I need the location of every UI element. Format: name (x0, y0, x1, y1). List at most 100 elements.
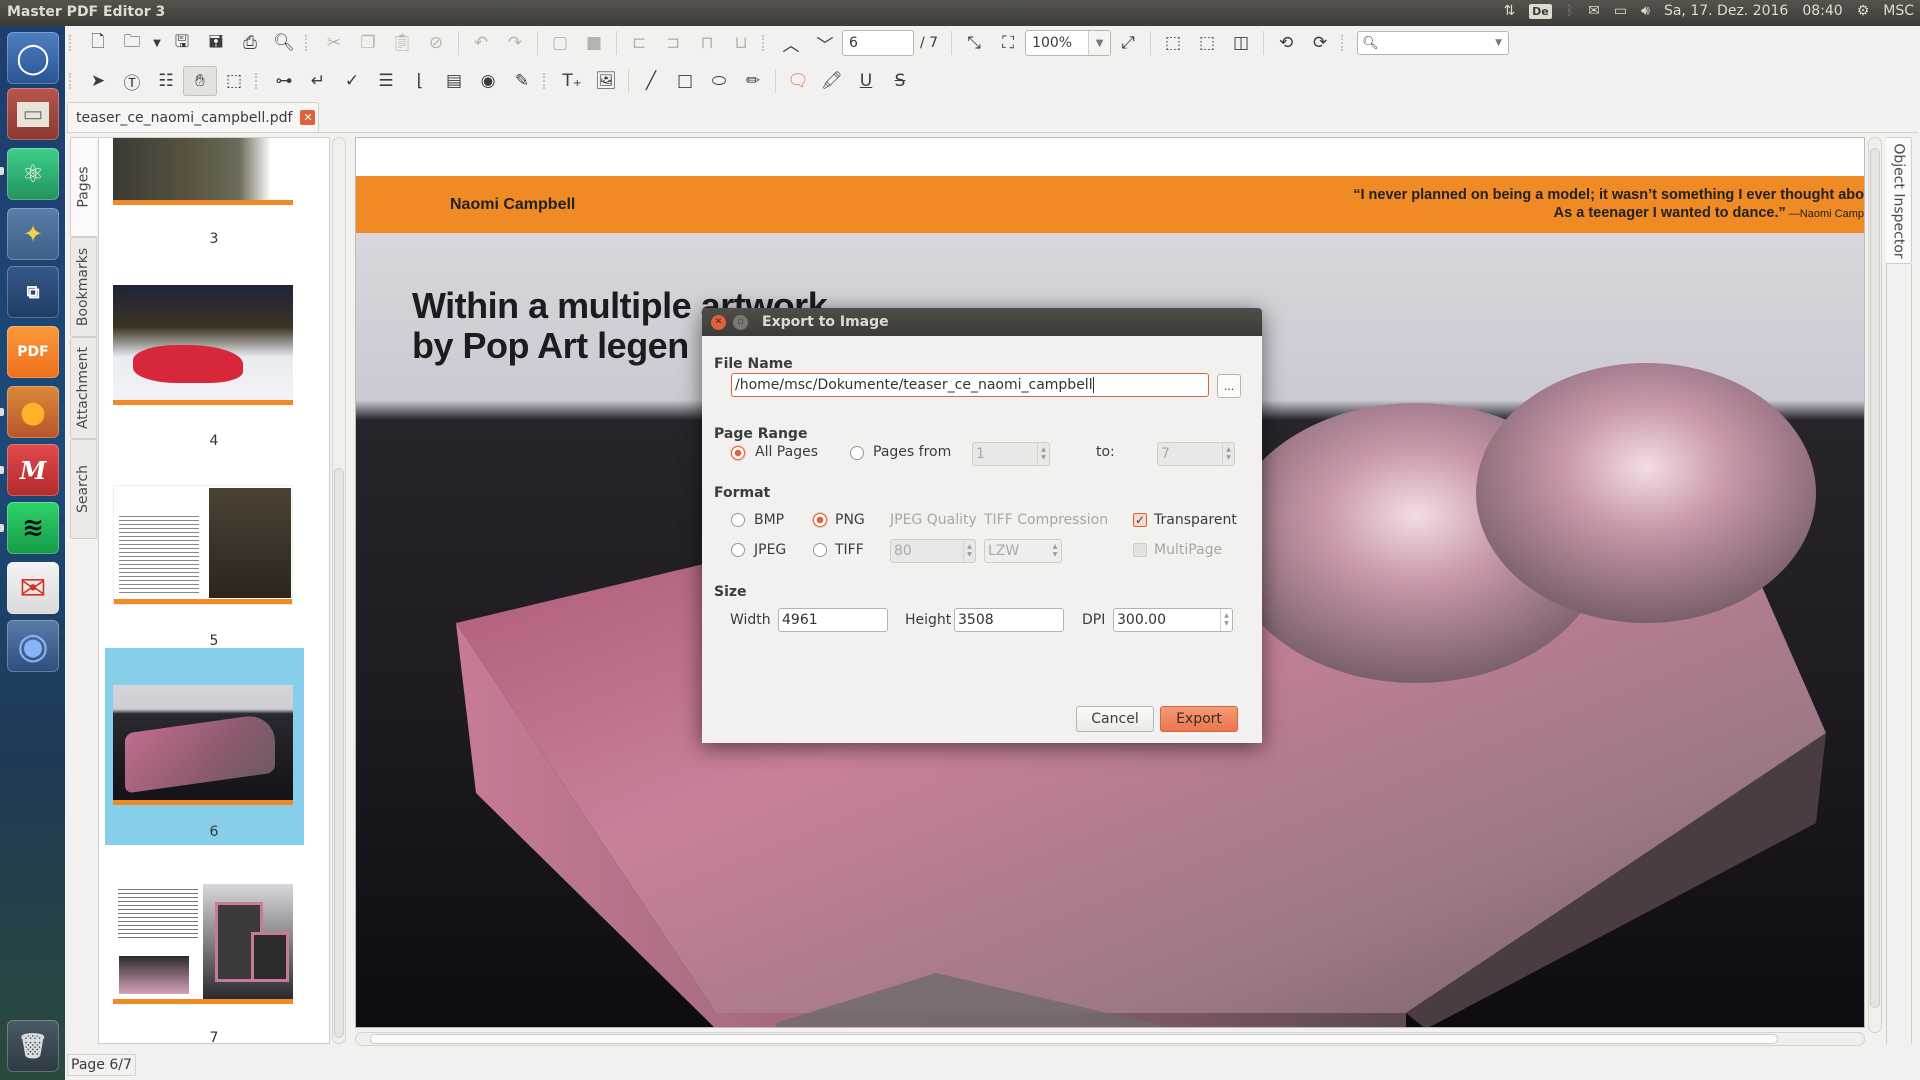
maximize-icon[interactable]: ▫ (733, 314, 748, 330)
all-pages-radio[interactable] (731, 446, 745, 460)
delete-icon[interactable]: ⊘ (419, 28, 453, 58)
send-backward-icon[interactable]: ■ (577, 28, 611, 58)
new-document-icon[interactable]: 🗋 (81, 28, 115, 58)
workspace-switcher-icon[interactable]: ⧉ (7, 266, 59, 318)
checkbox-field-icon[interactable]: ✓ (335, 66, 369, 96)
browse-button[interactable]: ... (1217, 374, 1241, 398)
save-as-icon[interactable]: 🖬 (199, 28, 233, 58)
horizontal-scrollbar[interactable] (355, 1032, 1865, 1046)
toolbar-grip[interactable] (305, 35, 313, 51)
pages-from-radio[interactable] (850, 446, 864, 460)
time-display[interactable]: 08:40 (1802, 3, 1842, 19)
fit-visible-icon[interactable]: ⬚ (1190, 28, 1224, 58)
master-pdf-editor-icon[interactable]: PDF (7, 326, 59, 378)
fit-page-icon[interactable]: ⛶ (991, 28, 1025, 58)
gmail-icon[interactable]: ✉ (7, 562, 59, 614)
text-field-icon[interactable]: ☰ (369, 66, 403, 96)
save-icon[interactable]: 🖫 (165, 28, 199, 58)
page-thumbnail-7[interactable] (113, 884, 293, 1004)
atom-icon[interactable]: ⚛ (7, 148, 59, 200)
list-field-icon[interactable]: ⌊ (403, 66, 437, 96)
add-comment-icon[interactable]: 🗨︎ (781, 66, 815, 96)
dialog-titlebar[interactable]: ✕ ▫ Export to Image (702, 308, 1262, 336)
copy-icon[interactable]: ❐ (351, 28, 385, 58)
mendeley-icon[interactable]: M (7, 444, 59, 496)
toolbar-grip[interactable] (255, 73, 263, 89)
thumbnails-scrollbar[interactable] (332, 137, 346, 1044)
rotate-left-icon[interactable]: ⟲ (1269, 28, 1303, 58)
spin-arrows-icon[interactable]: ▲ ▼ (1049, 540, 1061, 562)
files-icon[interactable]: ▭ (7, 88, 59, 140)
firefox-icon[interactable]: ● (7, 386, 59, 438)
trash-icon[interactable]: 🗑︎ (7, 1020, 59, 1072)
highlight-icon[interactable]: 🖍︎ (815, 66, 849, 96)
export-button[interactable]: Export (1160, 706, 1238, 732)
close-tab-icon[interactable]: ✕ (300, 110, 316, 125)
bring-forward-icon[interactable]: ▢ (543, 28, 577, 58)
signature-field-icon[interactable]: ✎ (505, 66, 539, 96)
mail-icon[interactable]: ✉ (1588, 3, 1600, 19)
strikethrough-icon[interactable]: S (883, 66, 917, 96)
align-left-icon[interactable]: ⊏ (622, 28, 656, 58)
tab-attachment[interactable]: Attachment (70, 337, 97, 439)
dpi-spinbox[interactable]: 300.00 ▲ ▼ (1113, 608, 1233, 632)
height-input[interactable]: 3508 (954, 608, 1064, 632)
push-button-icon[interactable]: ↵ (301, 66, 335, 96)
volume-icon[interactable]: 🔊︎ (1641, 3, 1650, 19)
tab-pages[interactable]: Pages (70, 137, 97, 237)
pages-to-spinbox[interactable]: 7 ▲ ▼ (1157, 442, 1235, 466)
select-text-icon[interactable]: ⬚ (217, 66, 251, 96)
bleachbit-icon[interactable]: ✦ (7, 208, 59, 260)
format-jpeg-radio[interactable] (731, 543, 745, 557)
page-thumbnail-6[interactable] (113, 685, 293, 805)
spin-arrows-icon[interactable]: ▲ ▼ (1222, 443, 1234, 465)
previous-page-icon[interactable]: ︿ (774, 28, 808, 58)
cut-icon[interactable]: ✂ (317, 28, 351, 58)
chevron-down-icon[interactable]: ▼ (1088, 31, 1111, 55)
spin-arrows-icon[interactable]: ▲ ▼ (1037, 443, 1049, 465)
tab-bookmarks[interactable]: Bookmarks (70, 237, 97, 337)
spotify-icon[interactable]: ≋ (7, 502, 59, 554)
open-dropdown-icon[interactable]: ▼ (149, 28, 165, 58)
transparent-checkbox[interactable]: ✓ (1133, 513, 1147, 527)
print-icon[interactable]: ⎙ (233, 28, 267, 58)
close-icon[interactable]: ✕ (711, 314, 726, 330)
toolbar-grip[interactable] (762, 35, 770, 51)
toolbar-grip[interactable] (1341, 35, 1349, 51)
file-name-input[interactable]: /home/msc/Dokumente/teaser_ce_naomi_camp… (731, 373, 1209, 397)
underline-icon[interactable]: U (849, 66, 883, 96)
battery-icon[interactable]: ▭ (1614, 3, 1627, 19)
toolbar-grip[interactable] (69, 73, 77, 89)
line-tool-icon[interactable]: ╱ (634, 66, 668, 96)
format-bmp-radio[interactable] (731, 513, 745, 527)
scrollbar-handle[interactable] (370, 1034, 1778, 1044)
rectangle-tool-icon[interactable]: □ (668, 66, 702, 96)
undo-icon[interactable]: ↶ (464, 28, 498, 58)
page-thumbnail-3[interactable] (113, 138, 293, 205)
fullscreen-icon[interactable]: ⤢ (1111, 28, 1145, 58)
dash-home-icon[interactable]: ◯ (7, 32, 59, 84)
page-number-input[interactable] (842, 30, 914, 56)
print-preview-icon[interactable]: 🔍︎ (267, 28, 301, 58)
hand-tool-icon[interactable]: ✋︎ (183, 66, 217, 96)
add-text-icon[interactable]: T₊ (555, 66, 589, 96)
scrollbar-handle[interactable] (1870, 148, 1880, 1008)
pencil-tool-icon[interactable]: ✏ (736, 66, 770, 96)
fit-width-icon[interactable]: ⬚ (1156, 28, 1190, 58)
align-right-icon[interactable]: ⊐ (656, 28, 690, 58)
multipage-checkbox[interactable] (1133, 543, 1147, 557)
align-top-icon[interactable]: ⊓ (690, 28, 724, 58)
date-display[interactable]: Sa, 17. Dez. 2016 (1664, 3, 1788, 19)
open-file-icon[interactable]: 🗀 (115, 28, 149, 58)
user-name[interactable]: MSC (1883, 3, 1914, 19)
add-image-icon[interactable]: 🖼︎ (589, 66, 623, 96)
spin-arrows-icon[interactable]: ▲ ▼ (1220, 609, 1232, 631)
scrollbar-handle[interactable] (334, 468, 344, 1038)
edit-text-icon[interactable]: Ⓣ (115, 66, 149, 96)
tiff-compression-select[interactable]: LZW ▲ ▼ (984, 539, 1062, 563)
gear-icon[interactable]: ⚙ (1857, 3, 1870, 19)
toolbar-grip[interactable] (543, 73, 551, 89)
toolbar-grip[interactable] (69, 35, 77, 51)
document-tab[interactable]: teaser_ce_naomi_campbell.pdf ✕ (67, 102, 319, 132)
zoom-select[interactable]: 100% ▼ (1025, 30, 1112, 56)
